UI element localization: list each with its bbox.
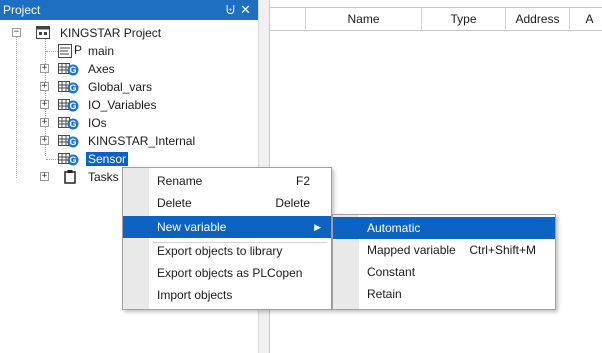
expand-icon[interactable]: + [40, 136, 49, 145]
tree-item-label: IOs [88, 116, 107, 130]
gvl-icon: G [58, 98, 80, 112]
project-icon [36, 26, 50, 39]
menu-item-label: Mapped variable [367, 243, 456, 257]
expand-icon[interactable]: + [40, 82, 49, 91]
submenu-item-constant[interactable]: Constant [333, 261, 555, 283]
menu-item-label: Constant [367, 265, 416, 279]
menu-item-export-library[interactable]: Export objects to library [123, 240, 331, 262]
submenu-arrow-icon: ▶ [314, 222, 321, 232]
menu-item-new-variable[interactable]: New variable ▶ [123, 216, 331, 238]
gvl-icon: G [58, 134, 80, 148]
tree-connector [46, 51, 58, 52]
menu-item-shortcut: F2 [295, 174, 310, 188]
program-icon: P [58, 43, 86, 58]
gvl-icon: G [58, 116, 80, 130]
tree-connector [46, 159, 58, 160]
menu-item-shortcut: Ctrl+Shift+M [469, 243, 536, 257]
tree-item-io-variables[interactable]: + G IO_Variables [0, 96, 258, 114]
tree-item-global-vars[interactable]: + G Global_vars [0, 78, 258, 96]
context-menu: Rename F2 Delete Delete New variable ▶ E… [122, 167, 332, 310]
menu-item-label: New variable [157, 220, 227, 234]
expand-icon[interactable]: + [40, 100, 49, 109]
tree-item-ios[interactable]: + G IOs [0, 114, 258, 132]
tree-item-label: IO_Variables [88, 98, 157, 112]
tree-item-root[interactable]: − KINGSTAR Project [0, 24, 258, 42]
gvl-icon: G [58, 62, 80, 76]
menu-item-delete[interactable]: Delete Delete [123, 192, 331, 214]
submenu-item-automatic[interactable]: Automatic [333, 217, 555, 239]
table-header: Name Type Address A [270, 7, 602, 31]
column-header-address[interactable]: Address [506, 8, 570, 30]
new-variable-submenu: Automatic Mapped variable Ctrl+Shift+M C… [332, 214, 556, 310]
menu-item-label: Rename [157, 174, 203, 188]
column-header-a[interactable]: A [570, 8, 602, 30]
svg-text:G: G [69, 119, 76, 129]
menu-item-label: Import objects [157, 288, 233, 302]
svg-text:G: G [69, 83, 76, 93]
tree-item-sensor[interactable]: G Sensor [0, 150, 258, 168]
menu-item-label: Retain [367, 287, 402, 301]
tree-item-label: KINGSTAR_Internal [88, 134, 196, 148]
column-header-blank[interactable] [270, 8, 306, 30]
menu-item-label: Automatic [367, 221, 421, 235]
column-header-name[interactable]: Name [306, 8, 422, 30]
menu-item-label: Delete [157, 196, 192, 210]
tree-item-label: Global_vars [88, 80, 153, 94]
menu-item-export-plcopen[interactable]: Export objects as PLCopen [123, 262, 331, 284]
svg-text:G: G [69, 155, 76, 165]
gvl-icon: G [58, 80, 80, 94]
svg-text:G: G [69, 137, 76, 147]
tree-item-label: KINGSTAR Project [60, 26, 162, 40]
menu-item-label: Export objects to library [157, 244, 283, 258]
pin-icon[interactable]: ⨄ [226, 3, 235, 17]
svg-text:G: G [69, 101, 76, 111]
expand-icon[interactable]: + [40, 64, 49, 73]
gvl-icon: G [58, 152, 80, 166]
close-icon[interactable]: ✕ [240, 2, 251, 17]
panel-header: Project ⨄ ✕ [0, 0, 258, 20]
tree-item-label: Tasks [88, 170, 119, 184]
tree-item-label: main [88, 44, 115, 58]
panel-title: Project [3, 3, 41, 17]
tree-item-axes[interactable]: + G Axes [0, 60, 258, 78]
tree-item-main[interactable]: P main [0, 42, 258, 60]
menu-item-shortcut: Delete [275, 196, 310, 210]
submenu-item-mapped-variable[interactable]: Mapped variable Ctrl+Shift+M [333, 239, 555, 261]
expand-icon[interactable]: + [40, 118, 49, 127]
menu-item-label: Export objects as PLCopen [157, 266, 303, 280]
tree-item-label-selected: Sensor [86, 152, 129, 166]
task-icon [64, 169, 76, 184]
submenu-item-retain[interactable]: Retain [333, 283, 555, 305]
collapse-icon[interactable]: − [12, 28, 21, 37]
menu-item-rename[interactable]: Rename F2 [123, 170, 331, 192]
svg-text:G: G [69, 65, 76, 75]
program-icon-letter: P [74, 43, 83, 57]
tree-item-kingstar-internal[interactable]: + G KINGSTAR_Internal [0, 132, 258, 150]
column-header-type[interactable]: Type [422, 8, 506, 30]
menu-item-import[interactable]: Import objects [123, 284, 331, 306]
tree-item-label: Axes [88, 62, 115, 76]
expand-icon[interactable]: + [40, 172, 49, 181]
